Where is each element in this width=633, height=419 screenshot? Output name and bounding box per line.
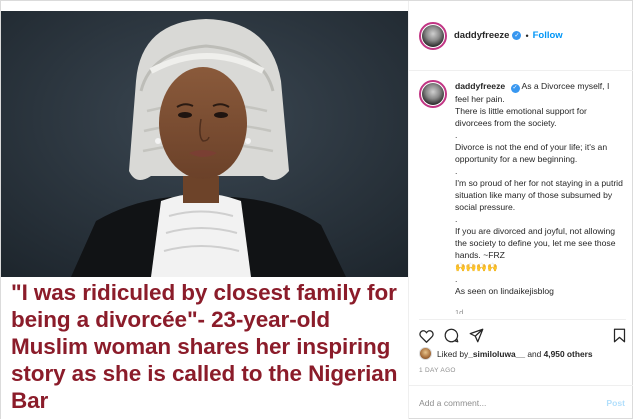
comments-section[interactable]: daddyfreeze ✓ As a Divorcee myself, I fe… bbox=[409, 72, 633, 314]
avatar-image bbox=[422, 83, 444, 105]
profile-avatar[interactable] bbox=[419, 21, 447, 50]
follow-button[interactable]: Follow bbox=[533, 30, 563, 41]
post-comment-button[interactable]: Post bbox=[606, 398, 625, 408]
post-photo[interactable] bbox=[1, 11, 408, 277]
likes-others-link[interactable]: 4,950 others bbox=[544, 349, 593, 359]
header-separator: • bbox=[525, 30, 529, 41]
liker-avatar[interactable] bbox=[419, 347, 432, 360]
likes-prefix: Liked by bbox=[437, 348, 469, 359]
caption-text: daddyfreeze ✓ As a Divorcee myself, I fe… bbox=[455, 80, 625, 297]
caption-avatar[interactable] bbox=[419, 80, 447, 108]
verified-badge-icon: ✓ bbox=[510, 83, 520, 93]
add-comment-bar: Post bbox=[409, 385, 633, 419]
instagram-post-window: "I was ridiculed by closest family for b… bbox=[0, 0, 633, 419]
likes-summary: Liked by _similoluwa__ and 4,950 others bbox=[419, 347, 626, 360]
likes-middle: and bbox=[525, 348, 544, 359]
liker-username[interactable]: _similoluwa__ bbox=[468, 349, 525, 359]
headline-block: "I was ridiculed by closest family for b… bbox=[1, 277, 408, 419]
caption-body: daddyfreeze ✓ As a Divorcee myself, I fe… bbox=[455, 80, 625, 314]
share-icon[interactable] bbox=[469, 328, 484, 343]
caption-username[interactable]: daddyfreeze bbox=[455, 81, 505, 91]
header-username[interactable]: daddyfreeze bbox=[454, 30, 509, 41]
comment-input[interactable] bbox=[419, 398, 607, 408]
headline-text: "I was ridiculed by closest family for b… bbox=[11, 280, 398, 413]
bookmark-icon[interactable] bbox=[613, 328, 626, 343]
verified-badge-icon: ✓ bbox=[512, 31, 522, 40]
post-side-panel: daddyfreeze ✓ • Follow daddyfreeze ✓ As … bbox=[408, 1, 633, 419]
woman-in-barrister-wig-photo bbox=[1, 11, 408, 277]
action-bar bbox=[419, 319, 626, 345]
post-media[interactable]: "I was ridiculed by closest family for b… bbox=[1, 1, 408, 419]
post-date[interactable]: 1 DAY AGO bbox=[419, 367, 456, 374]
heart-icon[interactable] bbox=[419, 329, 434, 343]
avatar-image bbox=[422, 24, 444, 47]
caption-content: As a Divorcee myself, I feel her pain. T… bbox=[455, 81, 623, 296]
caption-comment: daddyfreeze ✓ As a Divorcee myself, I fe… bbox=[419, 80, 625, 314]
post-header: daddyfreeze ✓ • Follow bbox=[409, 1, 633, 71]
comment-icon[interactable] bbox=[444, 328, 459, 343]
caption-time[interactable]: 1d bbox=[455, 307, 625, 315]
